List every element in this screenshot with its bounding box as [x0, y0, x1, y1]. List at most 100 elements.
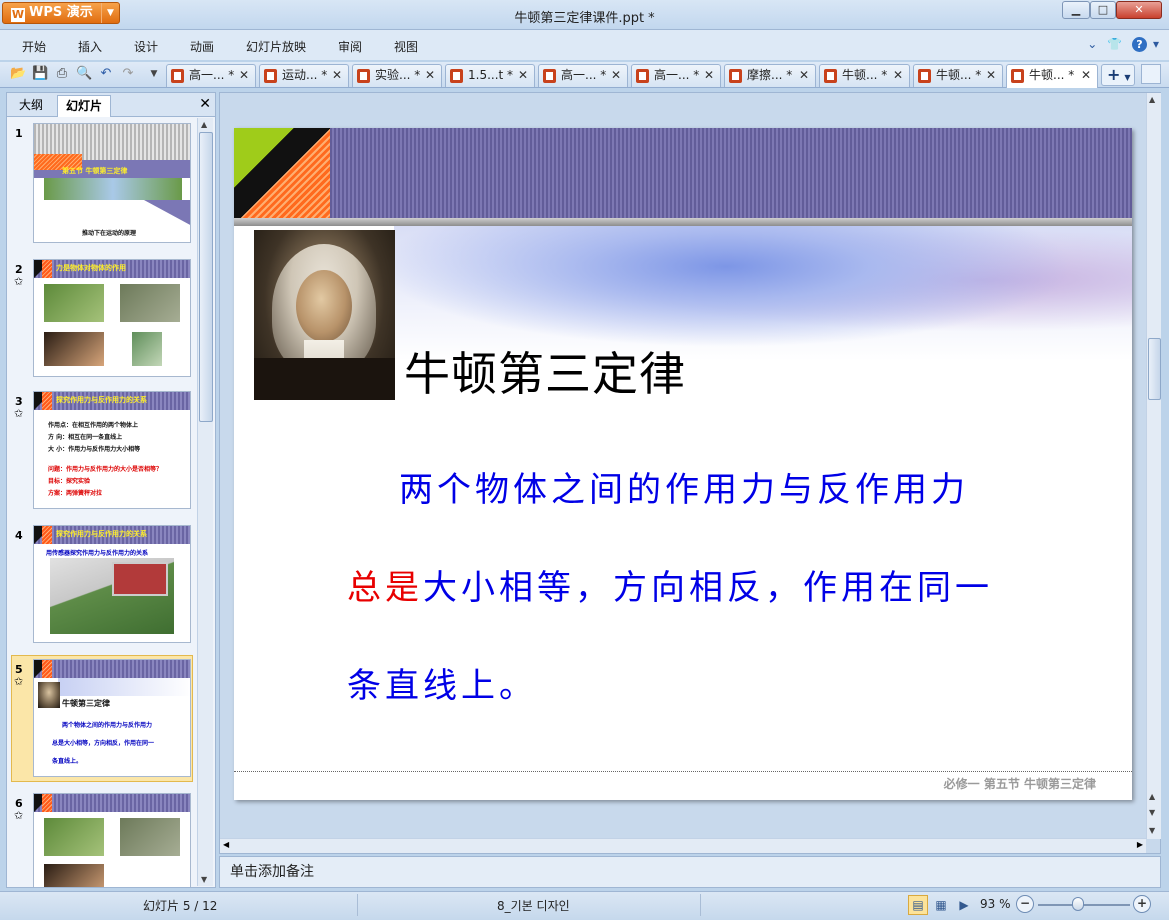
- animation-star-icon: ✩: [14, 275, 24, 288]
- slides-panel: 大纲 幻灯片 ✕ 1 第五节 牛顿第三定律 推动下在运动的原理 2 ✩ 力是物体…: [6, 92, 216, 888]
- new-tab-button[interactable]: + ▼: [1101, 64, 1135, 86]
- zoom-out-button[interactable]: −: [1016, 895, 1034, 913]
- slide-thumbnail-5[interactable]: 5 ✩ 牛顿第三定律 两个物体之间的作用力与反作用力 总是大小相等，方向相反，作…: [11, 655, 193, 782]
- close-tab-icon[interactable]: ✕: [986, 65, 996, 86]
- doc-tab-7[interactable]: 摩擦... * ✕: [724, 64, 816, 87]
- close-tab-icon[interactable]: ✕: [1081, 65, 1091, 86]
- menu-home[interactable]: 开始: [22, 38, 46, 55]
- doc-tab-1[interactable]: 高一... * ✕: [166, 64, 256, 87]
- doc-tab-9[interactable]: 牛顿... * ✕: [913, 64, 1003, 87]
- tab-outline[interactable]: 大纲: [11, 95, 51, 117]
- zoom-slider-handle[interactable]: [1072, 897, 1084, 911]
- scroll-left-icon[interactable]: ◀: [223, 840, 229, 849]
- close-tab-icon[interactable]: ✕: [332, 65, 342, 86]
- doc-tab-8[interactable]: 牛顿... * ✕: [819, 64, 910, 87]
- notes-placeholder: 单击添加备注: [230, 864, 314, 880]
- print-icon[interactable]: ⎙: [54, 66, 70, 82]
- thumbnail-scrollbar[interactable]: ▲ ▼: [197, 118, 213, 886]
- maximize-button[interactable]: □: [1090, 1, 1116, 19]
- scroll-thumb[interactable]: [1148, 338, 1161, 400]
- thumbnail-image: 探究作用力与反作用力的关系 用传感器探究作用力与反作用力的关系: [33, 525, 191, 643]
- normal-view-icon[interactable]: ▤: [908, 895, 928, 915]
- slide-thumbnail-1[interactable]: 1 第五节 牛顿第三定律 推动下在运动的原理: [11, 123, 191, 247]
- tab-list-button[interactable]: [1141, 64, 1161, 84]
- close-tab-icon[interactable]: ✕: [425, 65, 435, 86]
- horizontal-scrollbar[interactable]: ◀ ▶: [220, 838, 1146, 853]
- menu-right-tools: ⌄ 👕 ? ▾: [1081, 37, 1159, 52]
- thumbnail-image: 探究作用力与反作用力的关系 作用点：在相互作用的两个物体上 方 向：相互在同一条…: [33, 391, 191, 509]
- scroll-right-icon[interactable]: ▶: [1137, 840, 1143, 849]
- status-bar: 幻灯片 5 / 12 8_기본 디자인 ▤ ▦ ▶ 93 % − +: [0, 891, 1169, 920]
- vertical-scrollbar[interactable]: ▲ ▲ ▼ ▼: [1146, 93, 1161, 839]
- slide-thumbnail-6[interactable]: 6 ✩: [11, 793, 191, 887]
- doc-tab-4[interactable]: 1.5...t * ✕: [445, 64, 535, 87]
- animation-star-icon: ✩: [14, 675, 24, 688]
- slide-body-line-1[interactable]: 两个物体之间的作用力与反作用力: [399, 462, 969, 511]
- close-tab-icon[interactable]: ✕: [704, 65, 714, 86]
- thumbnail-image: 力是物体对物体的作用: [33, 259, 191, 377]
- animation-star-icon: ✩: [14, 809, 24, 822]
- slide-body-line-2[interactable]: 总是大小相等，方向相反，作用在同一: [347, 560, 993, 609]
- zoom-in-button[interactable]: +: [1133, 895, 1151, 913]
- next-slide-icon[interactable]: ▼: [1149, 808, 1155, 817]
- skin-icon[interactable]: 👕: [1107, 37, 1122, 51]
- slide-header-bar: [234, 218, 1132, 226]
- slide-sorter-icon[interactable]: ▦: [931, 895, 951, 915]
- zoom-slider-track[interactable]: [1038, 904, 1130, 906]
- chevron-down-icon[interactable]: ▼: [146, 66, 162, 82]
- scroll-up-icon[interactable]: ▲: [201, 120, 207, 129]
- ppt-file-icon: [543, 69, 556, 83]
- doc-tab-2[interactable]: 运动... * ✕: [259, 64, 349, 87]
- theme-name: 8_기본 디자인: [497, 899, 570, 913]
- open-folder-icon[interactable]: 📂: [10, 66, 26, 82]
- menu-animation[interactable]: 动画: [190, 38, 214, 55]
- thumbnail-image: 第五节 牛顿第三定律 推动下在运动的原理: [33, 123, 191, 243]
- window-title: 牛顿第三定律课件.ppt *: [514, 11, 655, 26]
- scroll-up-icon[interactable]: ▲: [1149, 95, 1155, 104]
- menu-insert[interactable]: 插入: [78, 38, 102, 55]
- doc-tab-10-active[interactable]: 牛顿... * ✕: [1006, 64, 1098, 88]
- close-tab-icon[interactable]: ✕: [239, 65, 249, 86]
- slide-thumbnail-2[interactable]: 2 ✩ 力是物体对物体的作用: [11, 259, 191, 381]
- doc-tab-5[interactable]: 高一... * ✕: [538, 64, 628, 87]
- redo-icon[interactable]: ↷: [120, 66, 136, 82]
- ppt-file-icon: [264, 69, 277, 83]
- save-icon[interactable]: 💾: [32, 66, 48, 82]
- menu-slideshow[interactable]: 幻灯片放映: [246, 38, 306, 55]
- scroll-down-icon[interactable]: ▼: [1149, 826, 1155, 835]
- menu-design[interactable]: 设计: [134, 38, 158, 55]
- slide-body-line-3[interactable]: 条直线上。: [347, 658, 537, 707]
- print-preview-icon[interactable]: 🔍: [76, 66, 92, 82]
- undo-icon[interactable]: ↶: [98, 66, 114, 82]
- chevron-down-icon[interactable]: ⌄: [1087, 37, 1097, 51]
- close-tab-icon[interactable]: ✕: [518, 65, 528, 86]
- notes-pane[interactable]: 单击添加备注: [219, 856, 1161, 888]
- help-icon[interactable]: ?: [1131, 37, 1147, 52]
- chevron-down-icon[interactable]: ▾: [1153, 37, 1159, 51]
- ppt-file-icon: [1011, 69, 1024, 83]
- slide-title[interactable]: 牛顿第三定律: [404, 338, 686, 404]
- slide-thumbnail-3[interactable]: 3 ✩ 探究作用力与反作用力的关系 作用点：在相互作用的两个物体上 方 向：相互…: [11, 391, 191, 513]
- close-panel-icon[interactable]: ✕: [199, 96, 211, 112]
- doc-tab-3[interactable]: 实验... * ✕: [352, 64, 442, 87]
- scroll-thumb[interactable]: [199, 132, 213, 422]
- close-tab-icon[interactable]: ✕: [611, 65, 621, 86]
- doc-tab-6[interactable]: 高一... * ✕: [631, 64, 721, 87]
- close-tab-icon[interactable]: ✕: [799, 65, 809, 86]
- menu-review[interactable]: 审阅: [338, 38, 362, 55]
- slideshow-icon[interactable]: ▶: [954, 895, 974, 915]
- minimize-button[interactable]: ▁: [1062, 1, 1090, 19]
- zoom-level[interactable]: 93 %: [980, 897, 1011, 911]
- close-window-button[interactable]: ✕: [1116, 1, 1162, 19]
- slide-header-band: [234, 128, 1132, 218]
- current-slide[interactable]: 牛顿第三定律 两个物体之间的作用力与反作用力 总是大小相等，方向相反，作用在同一…: [234, 128, 1132, 800]
- newton-portrait-image[interactable]: [254, 230, 395, 400]
- slide-thumbnail-4[interactable]: 4 探究作用力与反作用力的关系 用传感器探究作用力与反作用力的关系: [11, 525, 191, 647]
- scroll-down-icon[interactable]: ▼: [201, 875, 207, 884]
- menu-view[interactable]: 视图: [394, 38, 418, 55]
- close-tab-icon[interactable]: ✕: [893, 65, 903, 86]
- chevron-down-icon: ▼: [1124, 73, 1131, 82]
- tab-slides[interactable]: 幻灯片: [57, 95, 112, 117]
- previous-slide-icon[interactable]: ▲: [1149, 792, 1155, 801]
- document-tab-bar: 📂 💾 ⎙ 🔍 ↶ ↷ ▼ 高一... * ✕ 运动... * ✕ 实验... * ✕…: [0, 62, 1169, 88]
